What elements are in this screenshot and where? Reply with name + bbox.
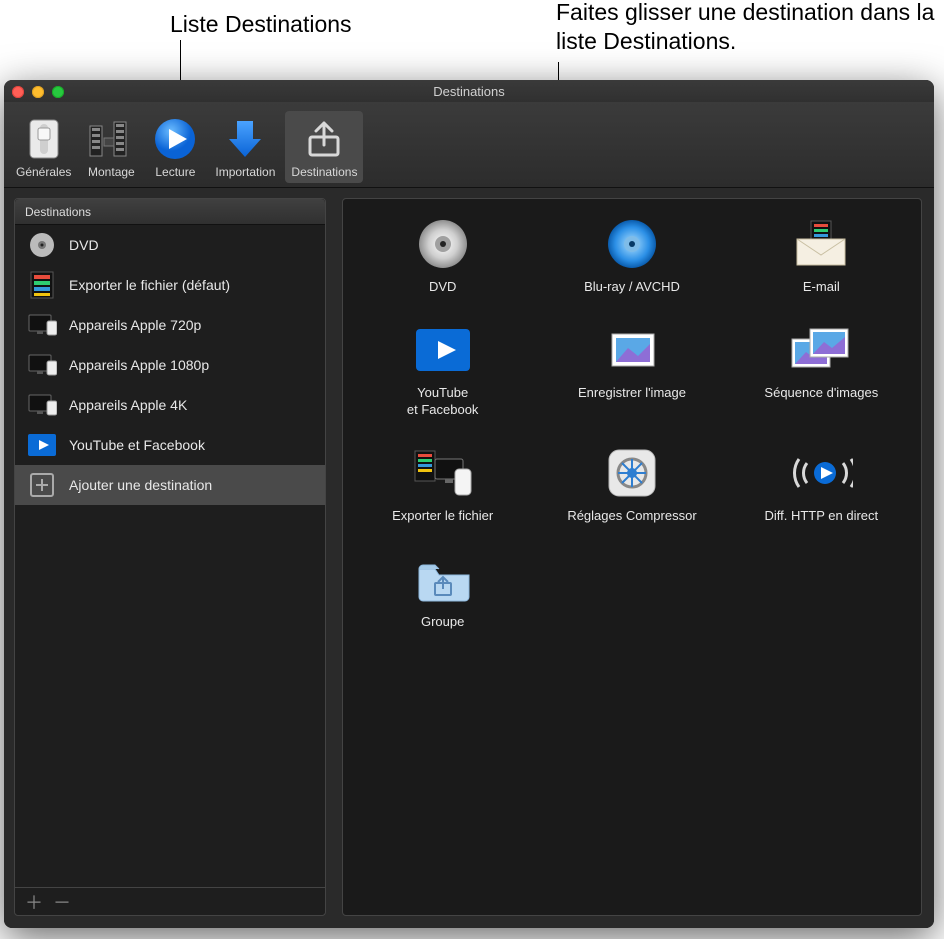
catalog-item-youtube-facebook[interactable]: YouTube et Facebook bbox=[353, 323, 532, 418]
catalog-item-bluray[interactable]: Blu-ray / AVCHD bbox=[542, 217, 721, 295]
preferences-toolbar: Générales Montage bbox=[4, 102, 934, 188]
sidebar-item-label: Appareils Apple 4K bbox=[69, 397, 187, 413]
sidebar-item-youtube-facebook[interactable]: YouTube et Facebook bbox=[15, 425, 325, 465]
catalog-item-dvd[interactable]: DVD bbox=[353, 217, 532, 295]
catalog-item-label: YouTube et Facebook bbox=[407, 385, 479, 418]
sidebar-item-label: Exporter le fichier (défaut) bbox=[69, 277, 230, 293]
sidebar-footer: ＋ － bbox=[15, 887, 325, 915]
tab-label: Destinations bbox=[291, 165, 357, 179]
destinations-grid: DVD Blu-ray / AVCHD bbox=[353, 217, 911, 630]
tab-general[interactable]: Générales bbox=[10, 111, 77, 183]
play-icon bbox=[151, 115, 199, 163]
devices-icon bbox=[27, 350, 57, 380]
download-arrow-icon bbox=[221, 115, 269, 163]
close-window-button[interactable] bbox=[12, 86, 24, 98]
disc-icon bbox=[27, 230, 57, 260]
sidebar-item-dvd[interactable]: DVD bbox=[15, 225, 325, 265]
minimize-window-button[interactable] bbox=[32, 86, 44, 98]
preferences-window: Destinations Générales bbox=[4, 80, 934, 928]
destinations-list: DVD Exporter le fichier (défaut) Apparei… bbox=[15, 225, 325, 887]
remove-destination-button[interactable]: － bbox=[53, 889, 71, 915]
catalog-item-label: Séquence d'images bbox=[764, 385, 878, 401]
devices-icon bbox=[27, 310, 57, 340]
catalog-item-label: Exporter le fichier bbox=[392, 508, 493, 524]
catalog-item-save-image[interactable]: Enregistrer l'image bbox=[542, 323, 721, 418]
devices-icon bbox=[27, 390, 57, 420]
catalog-item-label: E-mail bbox=[803, 279, 840, 295]
catalog-item-group[interactable]: Groupe bbox=[353, 552, 532, 630]
catalog-item-export-file[interactable]: Exporter le fichier bbox=[353, 446, 532, 524]
tab-editing[interactable]: Montage bbox=[81, 111, 141, 183]
catalog-item-label: Enregistrer l'image bbox=[578, 385, 686, 401]
sidebar-item-label: Appareils Apple 720p bbox=[69, 317, 201, 333]
window-controls bbox=[12, 86, 64, 98]
sidebar-item-apple-4k[interactable]: Appareils Apple 4K bbox=[15, 385, 325, 425]
plus-box-icon bbox=[27, 470, 57, 500]
disc-large-icon bbox=[411, 217, 475, 271]
sidebar-item-apple-720p[interactable]: Appareils Apple 720p bbox=[15, 305, 325, 345]
sidebar-item-export-file[interactable]: Exporter le fichier (défaut) bbox=[15, 265, 325, 305]
titlebar: Destinations bbox=[4, 80, 934, 102]
catalog-item-label: Diff. HTTP en direct bbox=[764, 508, 878, 524]
tab-label: Générales bbox=[16, 165, 71, 179]
window-title: Destinations bbox=[433, 84, 505, 99]
tab-import[interactable]: Importation bbox=[209, 111, 281, 183]
callout-right: Faites glisser une destination dans la l… bbox=[556, 0, 944, 56]
sidebar-item-label: YouTube et Facebook bbox=[69, 437, 205, 453]
sidebar-item-add-destination[interactable]: Ajouter une destination bbox=[15, 465, 325, 505]
tab-playback[interactable]: Lecture bbox=[145, 111, 205, 183]
video-play-icon bbox=[27, 430, 57, 460]
content-area: Destinations DVD Exporter le fichier (dé… bbox=[4, 188, 934, 928]
filmstrip-swatch-icon bbox=[27, 270, 57, 300]
broadcast-icon bbox=[789, 446, 853, 500]
share-icon bbox=[300, 115, 348, 163]
tab-label: Importation bbox=[215, 165, 275, 179]
catalog-item-label: DVD bbox=[429, 279, 456, 295]
catalog-item-image-sequence[interactable]: Séquence d'images bbox=[732, 323, 911, 418]
tab-label: Montage bbox=[88, 165, 135, 179]
export-devices-icon bbox=[411, 446, 475, 500]
sidebar-item-label: DVD bbox=[69, 237, 99, 253]
video-play-large-icon bbox=[411, 323, 475, 377]
catalog-item-label: Blu-ray / AVCHD bbox=[584, 279, 680, 295]
slider-icon bbox=[20, 115, 68, 163]
catalog-item-label: Groupe bbox=[421, 614, 464, 630]
filmstrip-icon bbox=[87, 115, 135, 163]
image-sequence-icon bbox=[789, 323, 853, 377]
sidebar-item-apple-1080p[interactable]: Appareils Apple 1080p bbox=[15, 345, 325, 385]
catalog-item-http-live[interactable]: Diff. HTTP en direct bbox=[732, 446, 911, 524]
folder-group-icon bbox=[411, 552, 475, 606]
destinations-sidebar: Destinations DVD Exporter le fichier (dé… bbox=[14, 198, 326, 916]
envelope-film-icon bbox=[789, 217, 853, 271]
tab-destinations[interactable]: Destinations bbox=[285, 111, 363, 183]
catalog-item-label: Réglages Compressor bbox=[567, 508, 696, 524]
callout-left: Liste Destinations bbox=[170, 10, 352, 39]
catalog-item-email[interactable]: E-mail bbox=[732, 217, 911, 295]
sidebar-item-label: Ajouter une destination bbox=[69, 477, 212, 493]
zoom-window-button[interactable] bbox=[52, 86, 64, 98]
bluray-disc-icon bbox=[600, 217, 664, 271]
sidebar-header: Destinations bbox=[15, 199, 325, 225]
add-destination-button[interactable]: ＋ bbox=[25, 889, 43, 915]
sidebar-item-label: Appareils Apple 1080p bbox=[69, 357, 209, 373]
image-stack-icon bbox=[600, 323, 664, 377]
catalog-item-compressor[interactable]: Réglages Compressor bbox=[542, 446, 721, 524]
compressor-icon bbox=[600, 446, 664, 500]
destinations-catalog: DVD Blu-ray / AVCHD bbox=[342, 198, 922, 916]
tab-label: Lecture bbox=[155, 165, 195, 179]
